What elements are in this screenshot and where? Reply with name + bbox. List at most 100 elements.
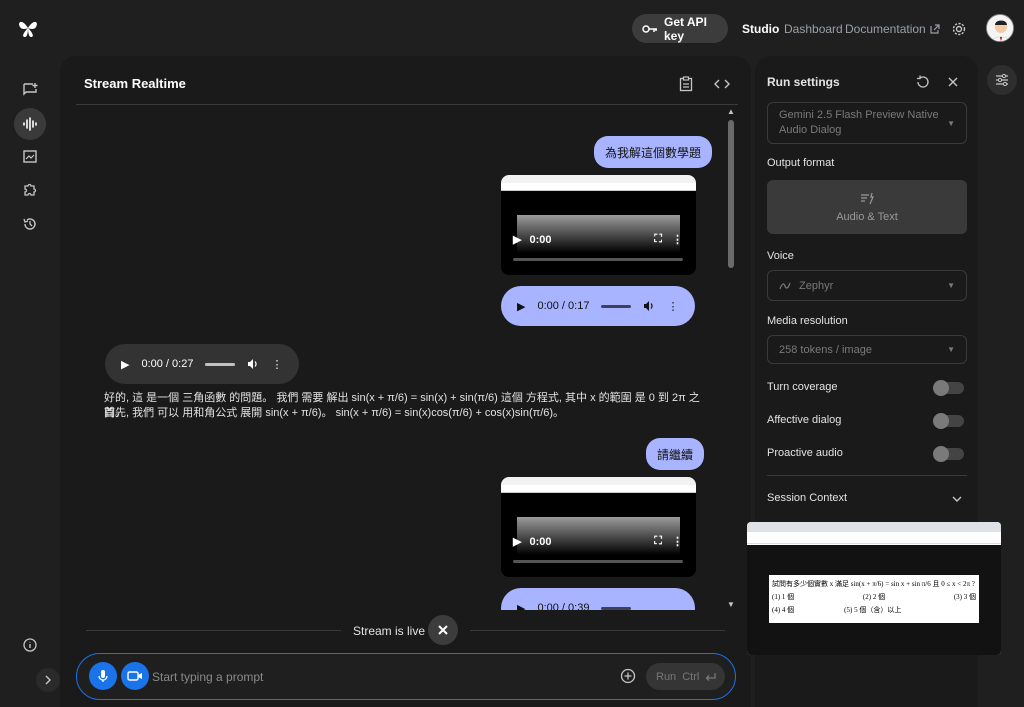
nav-documentation-label: Documentation xyxy=(845,22,926,36)
proactive-audio-label: Proactive audio xyxy=(767,447,843,459)
user-message-text: 請繼續 xyxy=(657,447,694,462)
microphone-icon[interactable] xyxy=(89,662,117,690)
session-context-label[interactable]: Session Context xyxy=(767,492,847,504)
more-options-icon[interactable]: ⋮ xyxy=(672,233,683,246)
audio-time: 0:00 / 0:27 xyxy=(141,358,194,370)
audio-text-icon xyxy=(859,192,875,206)
media-resolution-select[interactable]: 258 tokens / image ▼ xyxy=(767,335,967,364)
dropdown-arrow-icon: ▼ xyxy=(947,281,955,290)
extensions-puzzle-icon[interactable] xyxy=(14,174,46,206)
volume-icon[interactable] xyxy=(247,358,259,370)
video-camera-icon[interactable] xyxy=(121,662,149,690)
screen-share-preview[interactable]: 試問有多少個實數 x 滿足 sin(x + π/6) = sin x + sin… xyxy=(747,522,1001,655)
run-shortcut: Ctrl xyxy=(682,670,700,683)
turn-coverage-toggle[interactable] xyxy=(933,380,964,396)
voice-wave-icon xyxy=(779,280,791,292)
run-label: Run xyxy=(656,670,677,683)
stream-voice-icon[interactable] xyxy=(14,108,46,140)
voice-label: Voice xyxy=(767,250,794,262)
math-question-text: 試問有多少個實數 x 滿足 sin(x + π/6) = sin x + sin… xyxy=(772,580,975,588)
fullscreen-icon[interactable]: ⛶ xyxy=(654,233,662,246)
info-icon[interactable] xyxy=(14,629,46,661)
audio-progress-track[interactable] xyxy=(601,606,632,610)
header-divider xyxy=(76,104,738,105)
browser-tab-bar xyxy=(747,522,1001,532)
model-name-line: Audio Dialog xyxy=(779,124,842,136)
add-media-plus-icon[interactable] xyxy=(619,667,637,685)
user-message-bubble: 請繼續 xyxy=(646,438,705,470)
run-settings-title: Run settings xyxy=(767,75,840,89)
output-format-value: Audio & Text xyxy=(836,210,898,223)
nav-dashboard-link[interactable]: Dashboard xyxy=(784,22,843,36)
get-api-key-button[interactable]: Get API key xyxy=(632,14,728,43)
settings-divider xyxy=(767,475,967,476)
more-options-icon[interactable]: ⋮ xyxy=(672,535,683,548)
user-message-text: 為我解這個數學題 xyxy=(605,145,702,160)
play-icon[interactable]: ▶ xyxy=(513,233,521,246)
live-divider-right xyxy=(470,630,725,631)
model-select[interactable]: Gemini 2.5 Flash Preview Native Audio Di… xyxy=(767,102,967,144)
play-icon[interactable]: ▶ xyxy=(517,300,525,313)
media-resolution-label: Media resolution xyxy=(767,315,848,327)
new-chat-icon[interactable] xyxy=(14,74,46,106)
audio-progress-track[interactable] xyxy=(205,362,236,366)
media-resolution-value: 258 tokens / image xyxy=(779,343,872,356)
video-progress-track[interactable] xyxy=(513,560,683,563)
enter-key-icon xyxy=(705,672,717,682)
image-generation-icon[interactable] xyxy=(14,141,46,173)
option-text: (4) 4 個 xyxy=(772,606,795,614)
ai-studio-logo[interactable] xyxy=(16,16,40,40)
play-icon[interactable]: ▶ xyxy=(121,358,129,371)
audio-time: 0:00 / 0:39 xyxy=(537,602,590,610)
key-icon xyxy=(642,23,658,35)
chevron-down-icon[interactable] xyxy=(950,492,964,506)
nav-documentation-link[interactable]: Documentation xyxy=(845,22,940,36)
output-format-label: Output format xyxy=(767,157,835,169)
turn-coverage-label: Turn coverage xyxy=(767,381,838,393)
prompt-input[interactable] xyxy=(152,670,592,684)
more-options-icon[interactable]: ⋮ xyxy=(271,358,282,371)
audio-progress-track[interactable] xyxy=(601,304,632,308)
proactive-audio-toggle[interactable] xyxy=(933,446,964,462)
run-button[interactable]: Run Ctrl xyxy=(646,663,725,690)
get-api-key-label: Get API key xyxy=(664,14,707,43)
user-avatar[interactable] xyxy=(986,14,1014,42)
code-icon[interactable] xyxy=(712,74,732,94)
history-icon[interactable] xyxy=(14,208,46,240)
fullscreen-icon[interactable]: ⛶ xyxy=(654,535,662,548)
voice-select[interactable]: Zephyr ▼ xyxy=(767,270,967,301)
video-player[interactable]: ▶ 0:00 ⛶ ⋮ xyxy=(501,175,696,275)
panel-title: Stream Realtime xyxy=(84,76,186,91)
play-icon[interactable]: ▶ xyxy=(517,602,525,611)
clipboard-icon[interactable] xyxy=(676,74,696,94)
live-divider-left xyxy=(86,630,341,631)
dropdown-arrow-icon: ▼ xyxy=(947,118,955,128)
dropdown-arrow-icon: ▼ xyxy=(947,345,955,354)
output-format-option[interactable]: Audio & Text xyxy=(767,180,967,234)
stop-stream-close-icon[interactable] xyxy=(428,615,458,645)
video-progress-track[interactable] xyxy=(513,258,683,261)
settings-gear-icon[interactable] xyxy=(948,18,970,40)
option-text: (3) 3 個 xyxy=(953,593,976,601)
user-audio-player[interactable]: ▶ 0:00 / 0:39 xyxy=(501,588,695,610)
close-icon[interactable] xyxy=(944,73,962,91)
user-audio-player[interactable]: ▶ 0:00 / 0:17 ⋮ xyxy=(501,286,695,326)
affective-dialog-label: Affective dialog xyxy=(767,414,842,426)
play-icon[interactable]: ▶ xyxy=(513,535,521,548)
scrollbar-thumb[interactable] xyxy=(728,120,734,268)
scroll-up-arrow-icon[interactable]: ▲ xyxy=(727,107,735,116)
volume-icon[interactable] xyxy=(643,300,655,312)
expand-sidebar-chevron-icon[interactable] xyxy=(36,668,60,692)
model-audio-player[interactable]: ▶ 0:00 / 0:27 ⋮ xyxy=(105,344,299,384)
more-options-icon[interactable]: ⋮ xyxy=(667,300,678,313)
scroll-down-arrow-icon[interactable]: ▼ xyxy=(727,600,735,609)
tune-settings-icon[interactable] xyxy=(987,65,1017,95)
option-text: (2) 2 個 xyxy=(862,593,886,601)
nav-studio-link[interactable]: Studio xyxy=(742,22,779,36)
model-name-line: Gemini 2.5 Flash Preview Native xyxy=(779,109,939,121)
affective-dialog-toggle[interactable] xyxy=(933,413,964,429)
external-link-icon xyxy=(930,24,940,34)
option-text: (5) 5 個（含）以上 xyxy=(844,606,902,614)
reset-settings-icon[interactable] xyxy=(914,73,932,91)
video-player[interactable]: ▶ 0:00 ⛶ ⋮ xyxy=(501,477,696,577)
